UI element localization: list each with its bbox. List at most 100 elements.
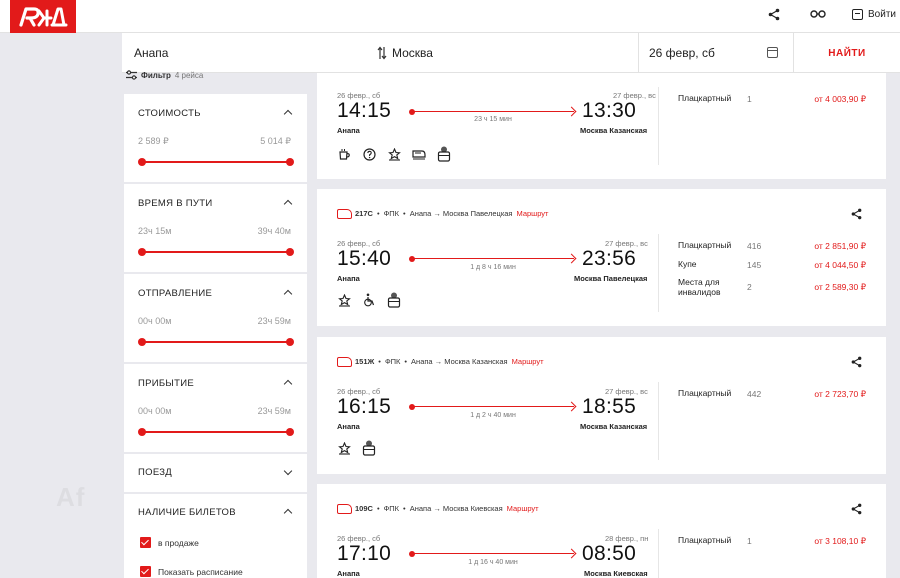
range-min: 23ч 15м (138, 226, 172, 236)
filter-title[interactable]: СТОИМОСТЬ (138, 108, 201, 119)
range-slider[interactable] (138, 248, 294, 256)
slider-handle-min[interactable] (138, 158, 146, 166)
checkbox-label: Показать расписание (158, 566, 243, 577)
route-link[interactable]: Маршрут (517, 209, 549, 218)
share-icon[interactable] (851, 208, 862, 223)
train-icon (337, 504, 352, 514)
filter-block-departure: ОТПРАВЛЕНИЕ 00ч 00м 23ч 59м (124, 274, 307, 362)
divider (638, 33, 639, 73)
range-slider[interactable] (138, 428, 294, 436)
range-min: 00ч 00м (138, 406, 172, 416)
date-field[interactable]: 26 февр, сб (649, 33, 769, 73)
route-link[interactable]: Маршрут (512, 357, 544, 366)
filter-count: 4 рейса (174, 70, 204, 80)
train-carrier: ФПК (383, 209, 400, 218)
train-number: 217С (355, 209, 373, 218)
travel-duration: 1 д 2 ч 40 мин (470, 412, 516, 419)
share-icon[interactable] (851, 503, 862, 518)
service-icons (337, 146, 451, 162)
train-card[interactable]: 151Ж • ФПК • Анапа → Москва Казанская Ма… (317, 337, 886, 474)
luggage-icon (437, 146, 451, 162)
star-badge-icon (337, 441, 351, 455)
filter-title[interactable]: ВРЕМЯ В ПУТИ (138, 198, 213, 209)
chevron-up-icon[interactable] (283, 199, 293, 209)
to-field[interactable]: Москва (392, 33, 632, 73)
filter-title[interactable]: ОТПРАВЛЕНИЕ (138, 288, 212, 299)
checkbox-label: в продаже (158, 537, 199, 548)
filter-block-train[interactable]: ПОЕЗД (124, 454, 307, 492)
fare-price[interactable]: от 2 851,90 ₽ (814, 241, 866, 252)
checkbox-icon (140, 537, 151, 548)
chevron-up-icon[interactable] (283, 289, 293, 299)
departure-time: 17:10 (337, 542, 392, 565)
date-value: 26 февр, сб (649, 46, 715, 60)
travel-duration: 23 ч 15 мин (474, 116, 512, 123)
filter-block-arrival: ПРИБЫТИЕ 00ч 00м 23ч 59м (124, 364, 307, 452)
checkbox-show-schedule[interactable]: Показать расписание (140, 566, 243, 577)
share-icon[interactable] (768, 8, 780, 24)
top-bar: Войти (0, 0, 900, 33)
chevron-up-icon[interactable] (283, 508, 293, 518)
luggage-icon (387, 292, 401, 308)
slider-handle-min[interactable] (138, 338, 146, 346)
filter-header[interactable]: Фильтр 4 рейса (126, 70, 203, 80)
route-link[interactable]: Маршрут (507, 504, 539, 513)
departure-station: Анапа (337, 126, 360, 135)
slider-handle-max[interactable] (286, 248, 294, 256)
rzd-logo[interactable] (10, 0, 76, 33)
arrival-time: 13:30 (582, 99, 637, 122)
ticket-icon (412, 147, 426, 161)
range-max: 5 014 ₽ (260, 136, 291, 146)
arrival-station: Москва Павелецкая (574, 274, 648, 283)
slider-handle-max[interactable] (286, 428, 294, 436)
chevron-up-icon[interactable] (283, 109, 293, 119)
star-badge-icon (387, 147, 401, 161)
fare-price[interactable]: от 2 723,70 ₽ (814, 389, 866, 400)
arrival-station: Москва Киевская (584, 569, 648, 578)
slider-handle-max[interactable] (286, 158, 294, 166)
fare-price[interactable]: от 4 044,50 ₽ (814, 260, 866, 271)
swap-icon[interactable] (377, 33, 387, 73)
train-card[interactable]: 217С • ФПК • Анапа → Москва Павелецкая М… (317, 189, 886, 326)
slider-handle-min[interactable] (138, 248, 146, 256)
card-divider (658, 529, 659, 578)
fare-price[interactable]: от 4 003,90 ₽ (814, 94, 866, 105)
fare-type: Места для инвалидов (678, 277, 721, 297)
train-card[interactable]: 26 февр., сб 27 февр., вс 14:15 23 ч 15 … (317, 73, 886, 179)
find-button[interactable]: НАЙТИ (794, 33, 900, 73)
login-button[interactable]: Войти (852, 9, 896, 20)
from-field[interactable]: Анапа (134, 33, 374, 73)
slider-handle-min[interactable] (138, 428, 146, 436)
filter-title[interactable]: ПОЕЗД (138, 467, 172, 478)
train-route: Анапа → Москва Киевская (409, 504, 503, 513)
arrival-time: 08:50 (582, 542, 637, 565)
cup-icon (337, 147, 351, 161)
fare-type: Плацкартный (678, 93, 732, 103)
train-info: 109С • ФПК • Анапа → Москва Киевская Мар… (337, 504, 539, 514)
fare-price[interactable]: от 2 589,30 ₽ (814, 282, 866, 293)
slider-handle-max[interactable] (286, 338, 294, 346)
watermark: Af (56, 482, 86, 512)
calendar-icon[interactable] (767, 47, 778, 58)
chevron-down-icon[interactable] (283, 466, 293, 476)
filter-title[interactable]: НАЛИЧИЕ БИЛЕТОВ (138, 507, 236, 518)
checkbox-on-sale[interactable]: в продаже (140, 537, 199, 548)
glasses-icon[interactable] (810, 8, 826, 23)
fare-seats: 1 (747, 536, 752, 546)
train-carrier: ФПК (383, 504, 400, 513)
train-card[interactable]: 109С • ФПК • Анапа → Москва Киевская Мар… (317, 484, 886, 578)
train-route: Анапа → Москва Казанская (411, 357, 508, 366)
chevron-up-icon[interactable] (283, 379, 293, 389)
range-min: 2 589 ₽ (138, 136, 169, 146)
fare-type: Плацкартный (678, 388, 732, 398)
range-slider[interactable] (138, 338, 294, 346)
arrival-time: 18:55 (582, 395, 637, 418)
share-icon[interactable] (851, 356, 862, 371)
travel-duration: 1 д 8 ч 16 мин (470, 264, 516, 271)
range-slider[interactable] (138, 158, 294, 166)
fare-price[interactable]: от 3 108,10 ₽ (814, 536, 866, 547)
route-arrow (409, 254, 574, 263)
filter-title[interactable]: ПРИБЫТИЕ (138, 378, 194, 389)
travel-duration: 1 д 16 ч 40 мин (468, 559, 518, 566)
fare-type: Купе (678, 259, 697, 269)
